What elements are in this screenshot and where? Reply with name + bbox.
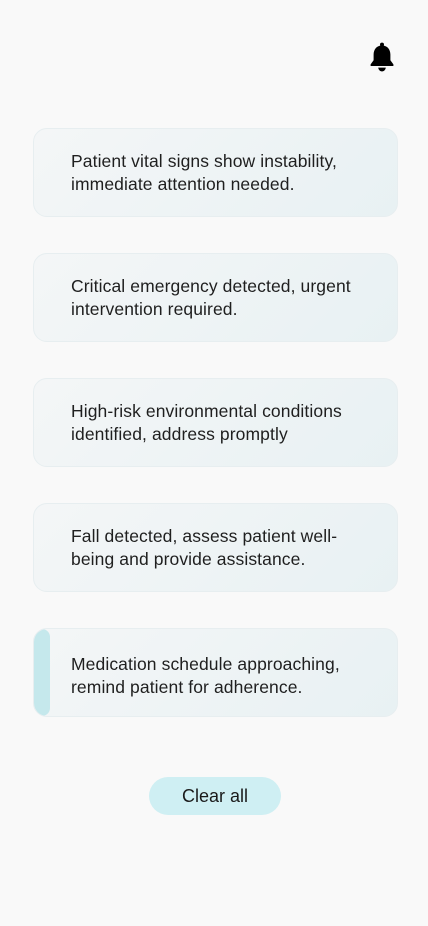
notification-card-selected[interactable]: Medication schedule approaching, remind … bbox=[33, 628, 398, 717]
notification-card[interactable]: Patient vital signs show instability, im… bbox=[33, 128, 398, 217]
notification-card[interactable]: High-risk environmental conditions ident… bbox=[33, 378, 398, 467]
notification-card[interactable]: Critical emergency detected, urgent inte… bbox=[33, 253, 398, 342]
notification-text: Medication schedule approaching, remind … bbox=[71, 653, 340, 697]
notification-text: Fall detected, assess patient well-being… bbox=[71, 525, 338, 569]
notification-text: High-risk environmental conditions ident… bbox=[71, 400, 342, 444]
bell-icon[interactable] bbox=[368, 42, 396, 72]
notification-text: Critical emergency detected, urgent inte… bbox=[71, 275, 351, 319]
swipe-accent-bar bbox=[34, 629, 50, 716]
notification-text: Patient vital signs show instability, im… bbox=[71, 150, 337, 194]
bell-icon-graphic bbox=[370, 42, 394, 72]
notification-card[interactable]: Fall detected, assess patient well-being… bbox=[33, 503, 398, 592]
notification-list: Patient vital signs show instability, im… bbox=[33, 128, 398, 717]
clear-all-button[interactable]: Clear all bbox=[149, 777, 281, 815]
notifications-screen: Patient vital signs show instability, im… bbox=[0, 0, 428, 926]
